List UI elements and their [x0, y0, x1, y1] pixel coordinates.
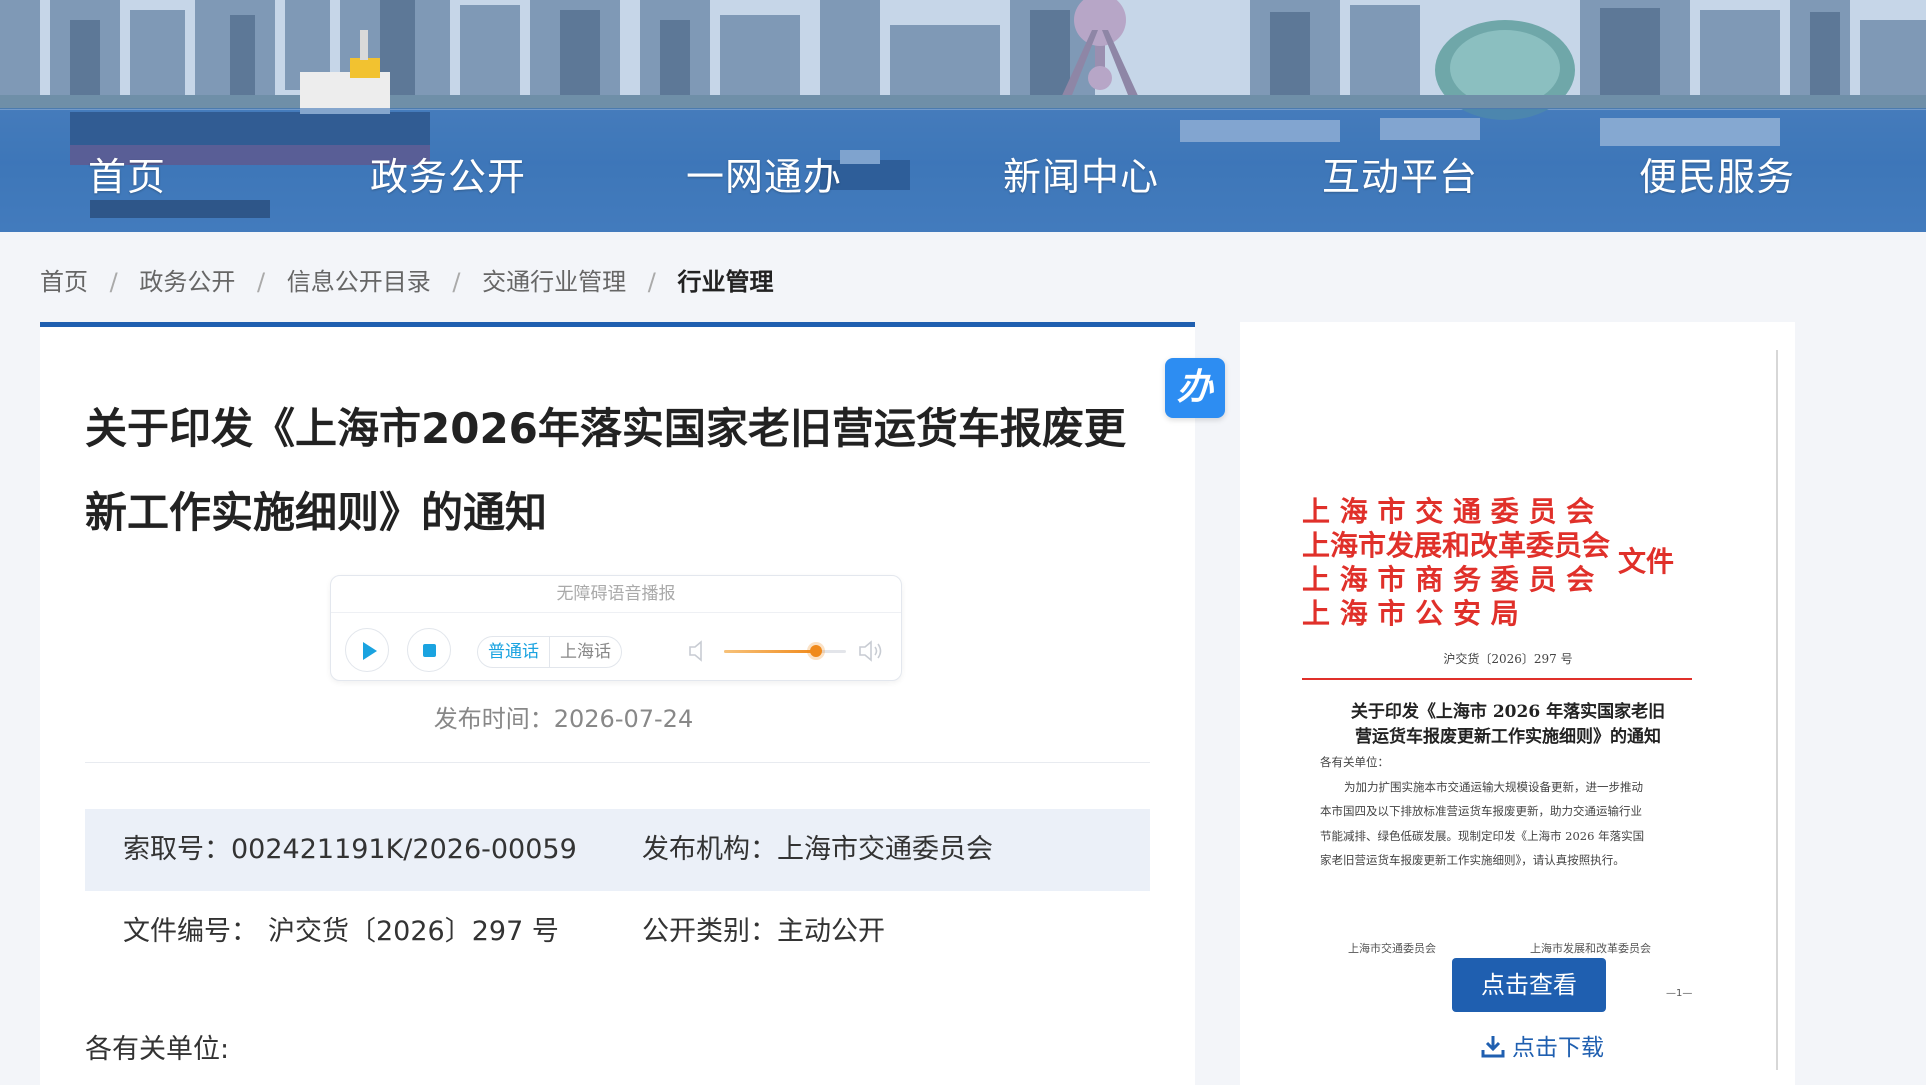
preview-doc-title: 关于印发《上海市 2026 年落实国家老旧 营运货车报废更新工作实施细则》的通知 — [1298, 700, 1718, 750]
volume-handle[interactable] — [809, 645, 822, 657]
breadcrumb-info-catalog[interactable]: 信息公开目录 — [287, 262, 431, 297]
service-badge-button[interactable]: 办 — [1165, 358, 1225, 418]
preview-page-number: —1— — [1666, 988, 1693, 999]
breadcrumb-current: 行业管理 — [677, 268, 774, 296]
article-meta: 索取号：002421191K/2026-00059 发布机构：上海市交通委员会 … — [85, 809, 1150, 973]
breadcrumb-home[interactable]: 首页 — [40, 262, 88, 297]
volume-low-icon[interactable] — [687, 638, 711, 664]
issuer-value: 上海市交通委员会 — [777, 834, 993, 865]
dialect-shanghainese[interactable]: 上海话 — [550, 637, 621, 667]
dialect-switch: 普通话 上海话 — [477, 636, 622, 668]
download-label: 点击下载 — [1512, 1035, 1604, 1061]
preview-doc-number: 沪交货〔2026〕297 号 — [1443, 652, 1573, 666]
preview-title-line: 营运货车报废更新工作实施细则》的通知 — [1355, 727, 1661, 747]
header-banner: 首页 政务公开 一网通办 新闻中心 互动平台 便民服务 — [0, 0, 1926, 232]
org-line: 上 海 市 公 安 局 — [1302, 597, 1519, 630]
stop-button[interactable] — [407, 628, 451, 672]
volume-slider[interactable] — [724, 645, 846, 657]
preview-body: 各有关单位： 为加力扩围实施本市交通运输大规模设备更新，进一步推动 本市国四及以… — [1320, 750, 1710, 873]
nav-public-service[interactable]: 便民服务 — [1639, 146, 1795, 201]
nav-home[interactable]: 首页 — [88, 146, 166, 201]
article-card: 关于印发《上海市2026年落实国家老旧营运货车报废更新工作实施细则》的通知 无障… — [40, 322, 1195, 1085]
breadcrumb-separator: / — [452, 268, 461, 296]
breadcrumb-separator: / — [257, 268, 266, 296]
document-preview-panel: 上 海 市 交 通 委 员 会 上海市发展和改革委员会 上 海 市 商 务 委 … — [1240, 322, 1795, 1085]
preview-body-line: 本市国四及以下排放标准营运货车报废更新，助力交通运输行业 — [1320, 804, 1642, 818]
play-button[interactable] — [345, 628, 389, 672]
download-link[interactable]: 点击下载 — [1480, 1028, 1604, 1062]
volume-fill — [724, 650, 816, 653]
article-greeting: 各有关单位: — [85, 1034, 230, 1065]
play-icon — [363, 642, 377, 660]
preview-body-line: 家老旧营运货车报废更新工作实施细则》，请认真按照执行。 — [1320, 853, 1625, 867]
preview-body-greeting: 各有关单位： — [1320, 755, 1389, 769]
dialect-mandarin[interactable]: 普通话 — [478, 637, 550, 667]
audio-player: 无障碍语音播报 普通话 上海话 — [330, 575, 902, 681]
publish-date-row: 发布时间：2026-07-24 — [40, 699, 1195, 734]
red-separator — [1302, 678, 1692, 680]
preview-signature-right: 上海市发展和改革委员会 — [1530, 942, 1651, 955]
meta-row: 索取号：002421191K/2026-00059 发布机构：上海市交通委员会 — [85, 809, 1150, 891]
preview-body-line: 节能减排、绿色低碳发展。现制定印发《上海市 2026 年落实国 — [1320, 828, 1645, 843]
nav-one-stop-service[interactable]: 一网通办 — [686, 146, 842, 201]
category-label: 公开类别： — [642, 916, 777, 947]
audio-player-title: 无障碍语音播报 — [331, 576, 901, 613]
meta-row: 文件编号： 沪交货〔2026〕297 号 公开类别：主动公开 — [85, 891, 1150, 973]
breadcrumb: 首页 / 政务公开 / 信息公开目录 / 交通行业管理 / 行业管理 — [40, 262, 774, 297]
volume-high-icon[interactable] — [857, 638, 887, 664]
stop-icon — [423, 644, 436, 657]
download-icon — [1481, 1036, 1505, 1058]
breadcrumb-separator: / — [109, 268, 118, 296]
issuing-organization: 发布机构：上海市交通委员会 — [642, 809, 993, 891]
index-number-label: 索取号： — [123, 834, 231, 865]
document-number-label: 文件编号： — [123, 916, 258, 947]
preview-signature-left: 上海市交通委员会 — [1348, 942, 1436, 955]
document-number: 文件编号： 沪交货〔2026〕297 号 — [123, 891, 559, 973]
nav-news-center[interactable]: 新闻中心 — [1003, 146, 1159, 201]
index-number: 索取号：002421191K/2026-00059 — [123, 809, 577, 891]
category-value: 主动公开 — [777, 916, 885, 947]
breadcrumb-government-affairs[interactable]: 政务公开 — [139, 262, 235, 297]
preview-body-line: 为加力扩围实施本市交通运输大规模设备更新，进一步推动 — [1344, 779, 1643, 794]
article-title: 关于印发《上海市2026年落实国家老旧营运货车报废更新工作实施细则》的通知 — [85, 404, 1126, 537]
nav-interaction[interactable]: 互动平台 — [1322, 146, 1478, 201]
preview-title-line: 关于印发《上海市 2026 年落实国家老旧 — [1350, 702, 1666, 722]
publish-date: 发布时间：2026-07-24 — [433, 705, 694, 733]
breadcrumb-transport-management[interactable]: 交通行业管理 — [482, 262, 626, 297]
index-number-value: 002421191K/2026-00059 — [231, 834, 577, 865]
disclosure-category: 公开类别：主动公开 — [642, 891, 885, 973]
issuer-label: 发布机构： — [642, 834, 777, 865]
main-nav: 首页 政务公开 一网通办 新闻中心 互动平台 便民服务 — [0, 108, 1926, 232]
breadcrumb-separator: / — [647, 268, 656, 296]
view-document-button[interactable]: 点击查看 — [1452, 958, 1606, 1012]
document-number-value: 沪交货〔2026〕297 号 — [268, 916, 559, 947]
org-suffix: 文件 — [1618, 545, 1675, 578]
document-preview[interactable]: 上 海 市 交 通 委 员 会 上海市发展和改革委员会 上 海 市 商 务 委 … — [1268, 350, 1778, 1070]
nav-government-affairs[interactable]: 政务公开 — [370, 146, 526, 201]
divider — [85, 762, 1150, 763]
